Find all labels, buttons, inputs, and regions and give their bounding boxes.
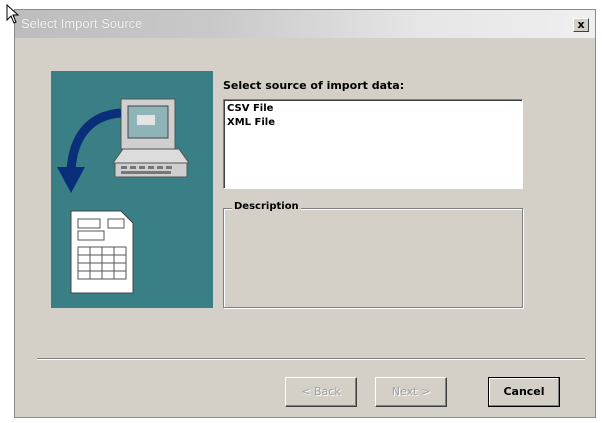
list-item[interactable]: CSV File	[227, 102, 519, 116]
document-icon	[70, 210, 134, 294]
import-arrow-icon	[57, 108, 122, 193]
import-illustration	[51, 71, 213, 308]
source-label: Select source of import data:	[223, 79, 405, 92]
title-bar[interactable]: Select Import Source x	[15, 10, 595, 38]
cancel-button[interactable]: Cancel	[488, 377, 560, 407]
close-button[interactable]: x	[573, 18, 589, 32]
list-item[interactable]: XML File	[227, 116, 519, 130]
separator	[37, 358, 585, 360]
window-title: Select Import Source	[21, 16, 143, 31]
mouse-cursor-icon	[6, 4, 20, 24]
description-label: Description	[232, 201, 301, 212]
back-button[interactable]: < Back	[285, 377, 357, 407]
computer-icon	[112, 98, 190, 178]
description-group: Description	[223, 201, 523, 308]
next-button[interactable]: Next >	[375, 377, 447, 407]
import-source-list[interactable]: CSV File XML File	[223, 99, 523, 189]
import-source-dialog: Select Import Source x Select source of …	[14, 9, 596, 418]
